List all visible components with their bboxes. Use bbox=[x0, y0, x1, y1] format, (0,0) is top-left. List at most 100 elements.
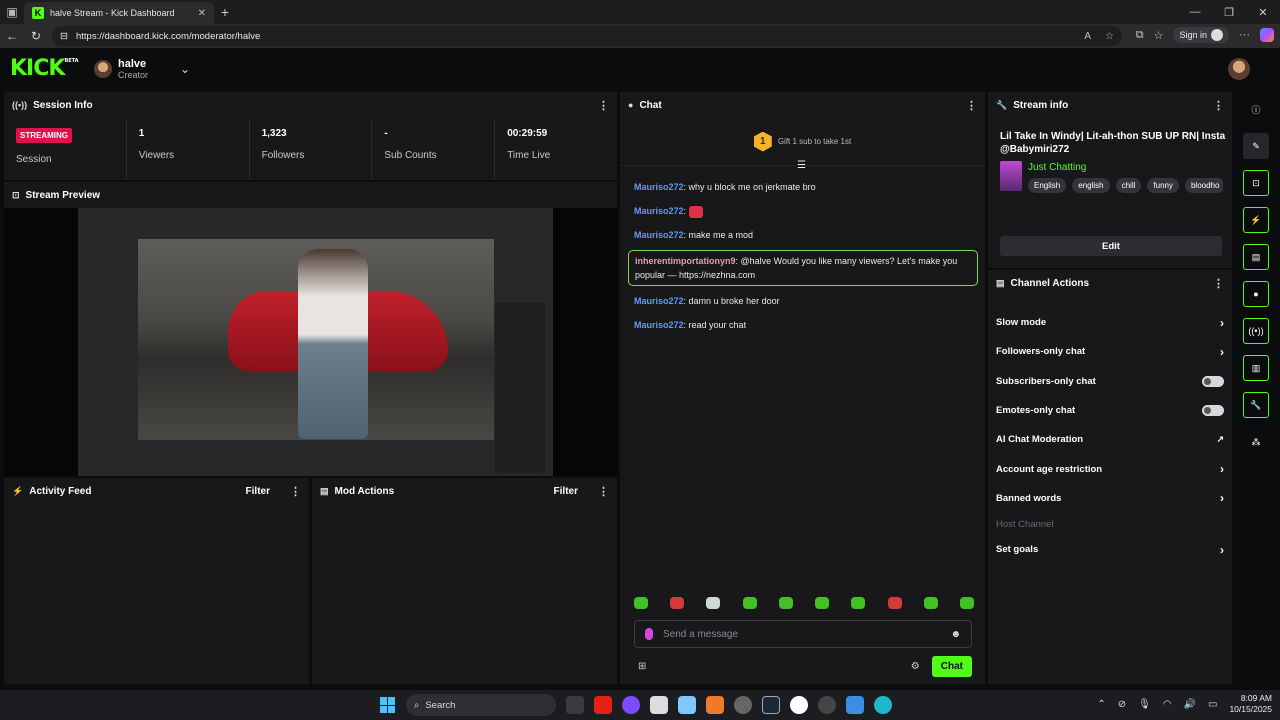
channel-actions-menu-icon[interactable]: ⋮ bbox=[1213, 277, 1224, 290]
emote-icon[interactable] bbox=[887, 597, 902, 609]
chat-username[interactable]: Mauriso272 bbox=[634, 320, 684, 330]
notepad-icon[interactable] bbox=[678, 696, 696, 714]
activity-menu-icon[interactable]: ⋮ bbox=[290, 485, 301, 498]
read-aloud-icon[interactable]: A bbox=[1084, 31, 1091, 42]
restore-icon[interactable]: ❐ bbox=[1212, 0, 1246, 24]
info-icon[interactable]: ⓘ bbox=[1243, 96, 1269, 122]
sub-gift-leaderboard[interactable]: 1 Gift 1 sub to take 1st bbox=[620, 118, 985, 166]
chat-menu-icon[interactable]: ⋮ bbox=[966, 99, 977, 112]
mod-actions-toggle-icon[interactable]: ▥ bbox=[1243, 355, 1269, 381]
emote-icon[interactable] bbox=[778, 597, 793, 609]
ai-moderation-item[interactable]: AI Chat Moderation ↗ bbox=[988, 425, 1232, 454]
mod-menu-icon[interactable]: ⋮ bbox=[598, 485, 609, 498]
steam-icon[interactable] bbox=[762, 696, 780, 714]
chat-message[interactable]: Mauriso272: read your chat bbox=[628, 316, 978, 334]
wrench-toggle-icon[interactable]: 🔧 bbox=[1243, 392, 1269, 418]
emote-icon[interactable] bbox=[959, 597, 974, 609]
more-menu-icon[interactable]: ··· bbox=[1239, 29, 1250, 41]
emote-icon[interactable] bbox=[815, 597, 830, 609]
chat-username[interactable]: inherentimportationyn9 bbox=[635, 256, 736, 266]
subscribers-only-toggle[interactable] bbox=[1202, 375, 1224, 387]
chat-message[interactable]: Mauriso272: why u block me on jerkmate b… bbox=[628, 178, 978, 196]
edge-icon[interactable] bbox=[874, 696, 892, 714]
volume-icon[interactable]: 🔊 bbox=[1184, 699, 1196, 710]
chat-toggle-icon[interactable]: ● bbox=[1243, 281, 1269, 307]
copilot-icon[interactable] bbox=[1260, 28, 1274, 42]
obs-icon[interactable] bbox=[818, 696, 836, 714]
followers-only-item[interactable]: Followers-only chat › bbox=[988, 337, 1232, 366]
stream-video[interactable] bbox=[78, 208, 553, 476]
emote-icon[interactable] bbox=[634, 597, 648, 609]
close-tab-icon[interactable]: ✕ bbox=[198, 8, 206, 19]
browser-tab[interactable]: K halve Stream - Kick Dashboard ✕ bbox=[24, 2, 214, 24]
set-goals-item[interactable]: Set goals › bbox=[988, 535, 1232, 564]
emotes-only-toggle[interactable] bbox=[1202, 405, 1224, 417]
file-explorer-icon[interactable] bbox=[566, 696, 584, 714]
slow-mode-item[interactable]: Slow mode › bbox=[988, 308, 1232, 337]
chat-username[interactable]: Mauriso272 bbox=[634, 206, 684, 216]
photos-icon[interactable] bbox=[846, 696, 864, 714]
edit-stream-button[interactable]: Edit bbox=[1000, 236, 1222, 256]
refresh-icon[interactable]: ↻ bbox=[24, 24, 48, 48]
chat-input[interactable]: Send a message ☻ bbox=[634, 620, 972, 648]
close-window-icon[interactable]: ✕ bbox=[1246, 0, 1280, 24]
kick-logo[interactable]: KICKBETA bbox=[10, 56, 79, 81]
mod-filter-button[interactable]: Filter bbox=[554, 486, 578, 497]
activity-toggle-icon[interactable]: ⚡ bbox=[1243, 207, 1269, 233]
favorite-star-icon[interactable]: ☆ bbox=[1105, 31, 1114, 42]
new-tab-button[interactable]: + bbox=[214, 4, 236, 20]
chevron-down-icon[interactable]: ⌄ bbox=[180, 62, 190, 76]
clock[interactable]: 8:09 AM 10/15/2025 bbox=[1229, 693, 1272, 715]
edit-pencil-icon[interactable]: ✎ bbox=[1243, 133, 1269, 159]
app-icon[interactable] bbox=[706, 696, 724, 714]
chat-message-highlighted[interactable]: inherentimportationyn9: @halve Would you… bbox=[628, 250, 978, 286]
settings-icon[interactable] bbox=[734, 696, 752, 714]
tray-chevron-icon[interactable]: ⌃ bbox=[1097, 699, 1105, 710]
extensions-icon[interactable]: ⧉ bbox=[1136, 29, 1144, 42]
emote-icon[interactable] bbox=[923, 597, 938, 609]
chat-message[interactable]: Mauriso272: make me a mod bbox=[628, 226, 978, 244]
chat-message[interactable]: Mauriso272: bbox=[628, 202, 978, 220]
channel-switcher[interactable]: halve Creator ⌄ bbox=[94, 58, 190, 80]
emote-icon[interactable] bbox=[742, 597, 757, 609]
stream-info-menu-icon[interactable]: ⋮ bbox=[1213, 99, 1224, 112]
battery-icon[interactable]: ▭ bbox=[1208, 699, 1217, 710]
taskbar-search[interactable]: ⌕ Search bbox=[406, 694, 556, 716]
session-info-menu-icon[interactable]: ⋮ bbox=[598, 99, 609, 112]
sign-in-button[interactable]: Sign in bbox=[1173, 27, 1229, 43]
store-icon[interactable]: ⊞ bbox=[638, 661, 646, 672]
site-info-icon[interactable]: ⊟ bbox=[60, 31, 68, 42]
chat-username[interactable]: Mauriso272 bbox=[634, 296, 684, 306]
mic-icon[interactable]: 🎙 bbox=[1138, 699, 1151, 710]
chat-username[interactable]: Mauriso272 bbox=[634, 230, 684, 240]
chat-username[interactable]: Mauriso272 bbox=[634, 182, 684, 192]
url-field[interactable]: ⊟ https://dashboard.kick.com/moderator/h… bbox=[52, 26, 1122, 46]
notes-icon[interactable]: ▤ bbox=[1243, 244, 1269, 270]
emoji-picker-icon[interactable]: ☻ bbox=[950, 629, 961, 640]
pinned-filter-icon[interactable]: ☰ bbox=[797, 160, 806, 171]
preview-toggle-icon[interactable]: ⊡ bbox=[1243, 170, 1269, 196]
layout-icon[interactable]: ⁂ bbox=[1243, 429, 1269, 455]
emote-icon[interactable] bbox=[706, 597, 721, 609]
capcut-icon[interactable] bbox=[650, 696, 668, 714]
account-age-item[interactable]: Account age restriction › bbox=[988, 454, 1232, 483]
chat-settings-icon[interactable]: ⚙ bbox=[911, 661, 920, 672]
send-chat-button[interactable]: Chat bbox=[931, 656, 972, 677]
tab-actions-icon[interactable]: ▣ bbox=[0, 0, 24, 24]
epic-icon[interactable] bbox=[790, 696, 808, 714]
broadcast-toggle-icon[interactable]: ((•)) bbox=[1243, 318, 1269, 344]
activity-filter-button[interactable]: Filter bbox=[246, 486, 270, 497]
microphone-icon[interactable] bbox=[645, 628, 653, 640]
account-avatar[interactable] bbox=[1228, 58, 1250, 80]
emote-icon[interactable] bbox=[670, 597, 685, 609]
banned-words-item[interactable]: Banned words › bbox=[988, 484, 1232, 513]
youtube-icon[interactable] bbox=[594, 696, 612, 714]
back-icon[interactable]: ← bbox=[0, 24, 24, 48]
favorites-icon[interactable]: ☆ bbox=[1154, 29, 1164, 42]
network-off-icon[interactable]: ⊘ bbox=[1118, 699, 1126, 710]
minimize-icon[interactable]: — bbox=[1178, 0, 1212, 24]
emote-icon[interactable] bbox=[851, 597, 866, 609]
wifi-icon[interactable]: ◠ bbox=[1163, 699, 1172, 710]
chat-message[interactable]: Mauriso272: damn u broke her door bbox=[628, 292, 978, 310]
start-icon[interactable] bbox=[380, 697, 396, 713]
